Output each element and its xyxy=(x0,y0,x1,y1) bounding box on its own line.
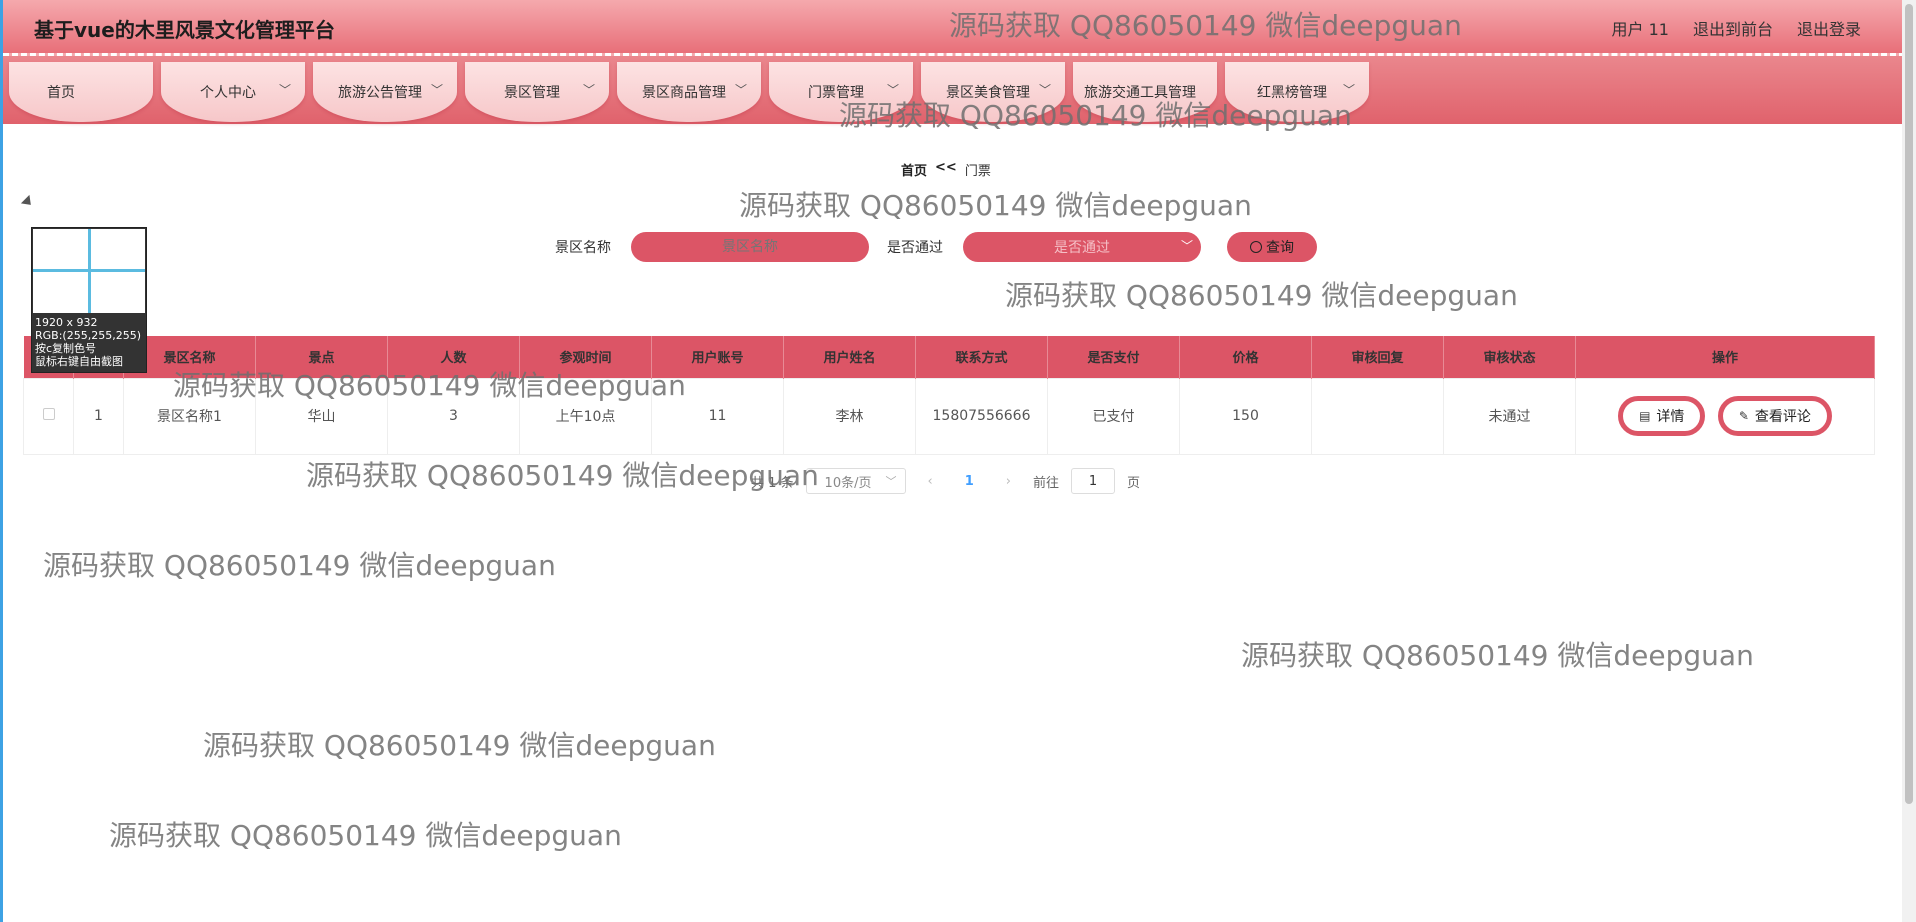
scrollbar-thumb[interactable] xyxy=(1905,4,1913,804)
chevron-down-icon: ﹀ xyxy=(278,83,291,97)
back-to-front-link[interactable]: 退出到前台 xyxy=(1693,16,1773,40)
mouse-cursor-icon xyxy=(20,194,36,210)
nav-item-announcement[interactable]: 旅游公告管理 ﹀ xyxy=(313,62,457,122)
top-links: 用户 11 退出到前台 退出登录 xyxy=(1612,16,1861,40)
cell-price: 150 xyxy=(1179,377,1312,455)
magnifier-hint-copy: 按c复制色号 xyxy=(35,342,97,355)
nav-item-scenic[interactable]: 景区管理 ﹀ xyxy=(465,62,609,122)
cell-index: 1 xyxy=(73,377,124,455)
nav-item-personal-center[interactable]: 个人中心 ﹀ xyxy=(161,62,305,122)
col-actions: 操作 xyxy=(1575,336,1875,378)
row-checkbox-cell xyxy=(23,377,74,455)
app-title: 基于vue的木里风景文化管理平台 xyxy=(34,18,335,42)
col-phone: 联系方式 xyxy=(915,336,1048,378)
watermark: 源码获取 QQ86050149 微信deepguan xyxy=(949,9,1462,42)
col-reply: 审核回复 xyxy=(1311,336,1444,378)
watermark: 源码获取 QQ86050149 微信deepguan xyxy=(839,99,1352,132)
breadcrumb-home[interactable]: 首页 xyxy=(901,160,927,179)
watermark: 源码获取 QQ86050149 微信deepguan xyxy=(1005,279,1518,312)
watermark: 源码获取 QQ86050149 微信deepguan xyxy=(306,459,819,492)
goto-page-input[interactable] xyxy=(1071,468,1116,494)
watermark: 源码获取 QQ86050149 微信deepguan xyxy=(109,819,622,852)
cell-reply xyxy=(1311,377,1444,455)
scenic-name-label: 景区名称 xyxy=(555,240,611,256)
chevron-down-icon: ﹀ xyxy=(582,83,595,97)
detail-button[interactable]: ▤ 详情 xyxy=(1618,396,1706,436)
page-size-value: 10条/页 xyxy=(824,475,872,491)
watermark: 源码获取 QQ86050149 微信deepguan xyxy=(739,189,1252,222)
breadcrumb-current: 门票 xyxy=(964,164,991,179)
page-size-select[interactable]: 10条/页 ﹀ xyxy=(805,468,906,494)
chevron-down-icon: ﹀ xyxy=(885,475,897,488)
view-comments-button[interactable]: ✎ 查看评论 xyxy=(1717,396,1832,436)
nav-item-label: 个人中心 xyxy=(200,85,256,101)
vertical-scrollbar[interactable] xyxy=(1902,0,1916,922)
pass-select-placeholder: 是否通过 xyxy=(1054,240,1110,256)
screenshot-magnifier: 1920 x 932 RGB:(255,255,255) 按c复制色号 鼠标右键… xyxy=(31,227,147,373)
magnifier-info: 1920 x 932 RGB:(255,255,255) 按c复制色号 鼠标右键… xyxy=(35,316,141,368)
scenic-name-input[interactable] xyxy=(631,232,869,262)
cell-paid: 已支付 xyxy=(1047,377,1180,455)
search-icon xyxy=(1250,241,1262,253)
row-checkbox[interactable] xyxy=(42,408,55,420)
watermark: 源码获取 QQ86050149 微信deepguan xyxy=(1241,639,1754,672)
chevron-down-icon: ﹀ xyxy=(1180,239,1193,253)
prev-page-icon[interactable]: ‹ xyxy=(918,474,943,489)
pass-select[interactable]: 是否通过 ﹀ xyxy=(963,232,1201,262)
nav-item-label: 首页 xyxy=(47,85,75,101)
edit-icon: ✎ xyxy=(1738,409,1749,423)
nav-item-home[interactable]: 首页 xyxy=(9,62,153,122)
page-unit-label: 页 xyxy=(1127,475,1141,491)
page-number-current[interactable]: 1 xyxy=(955,474,984,489)
cell-status: 未通过 xyxy=(1443,377,1576,455)
nav-item-goods[interactable]: 景区商品管理 ﹀ xyxy=(617,62,761,122)
logout-link[interactable]: 退出登录 xyxy=(1797,16,1861,40)
breadcrumb-separator: << xyxy=(935,160,957,175)
chevron-down-icon: ﹀ xyxy=(430,83,443,97)
col-paid: 是否支付 xyxy=(1047,336,1180,378)
nav-item-label: 旅游公告管理 xyxy=(338,85,422,101)
document-icon: ▤ xyxy=(1639,409,1651,423)
nav-item-label: 景区管理 xyxy=(504,85,560,101)
goto-label: 前往 xyxy=(1033,475,1060,491)
search-button-label: 查询 xyxy=(1266,240,1294,256)
next-page-icon[interactable]: › xyxy=(996,474,1021,489)
watermark: 源码获取 QQ86050149 微信deepguan xyxy=(43,549,556,582)
cell-actions: ▤ 详情 ✎ 查看评论 xyxy=(1575,377,1875,455)
col-user-name: 用户姓名 xyxy=(783,336,916,378)
watermark: 源码获取 QQ86050149 微信deepguan xyxy=(173,369,686,402)
search-button[interactable]: 查询 xyxy=(1227,232,1317,262)
detail-button-label: 详情 xyxy=(1656,409,1685,425)
magnifier-hint-capture: 鼠标右键自由截图 xyxy=(35,355,123,368)
breadcrumb: 首页 << 门票 xyxy=(901,160,991,179)
chevron-down-icon: ﹀ xyxy=(734,83,747,97)
col-price: 价格 xyxy=(1179,336,1312,378)
watermark: 源码获取 QQ86050149 微信deepguan xyxy=(203,729,716,762)
cell-user-name: 李林 xyxy=(783,377,916,455)
pass-label: 是否通过 xyxy=(887,240,943,256)
view-comments-button-label: 查看评论 xyxy=(1754,409,1811,425)
nav-item-label: 景区商品管理 xyxy=(642,85,726,101)
search-bar: 景区名称 是否通过 是否通过 ﹀ 查询 xyxy=(555,232,1317,262)
crosshair-vertical xyxy=(88,229,91,313)
page: 基于vue的木里风景文化管理平台 用户 11 退出到前台 退出登录 首页 个人中… xyxy=(0,0,1916,922)
user-label[interactable]: 用户 11 xyxy=(1612,16,1669,40)
magnifier-size: 1920 x 932 xyxy=(35,316,98,329)
cell-phone: 15807556666 xyxy=(915,377,1048,455)
magnifier-rgb: RGB:(255,255,255) xyxy=(35,329,141,342)
magnifier-view xyxy=(33,229,145,313)
col-status: 审核状态 xyxy=(1443,336,1576,378)
